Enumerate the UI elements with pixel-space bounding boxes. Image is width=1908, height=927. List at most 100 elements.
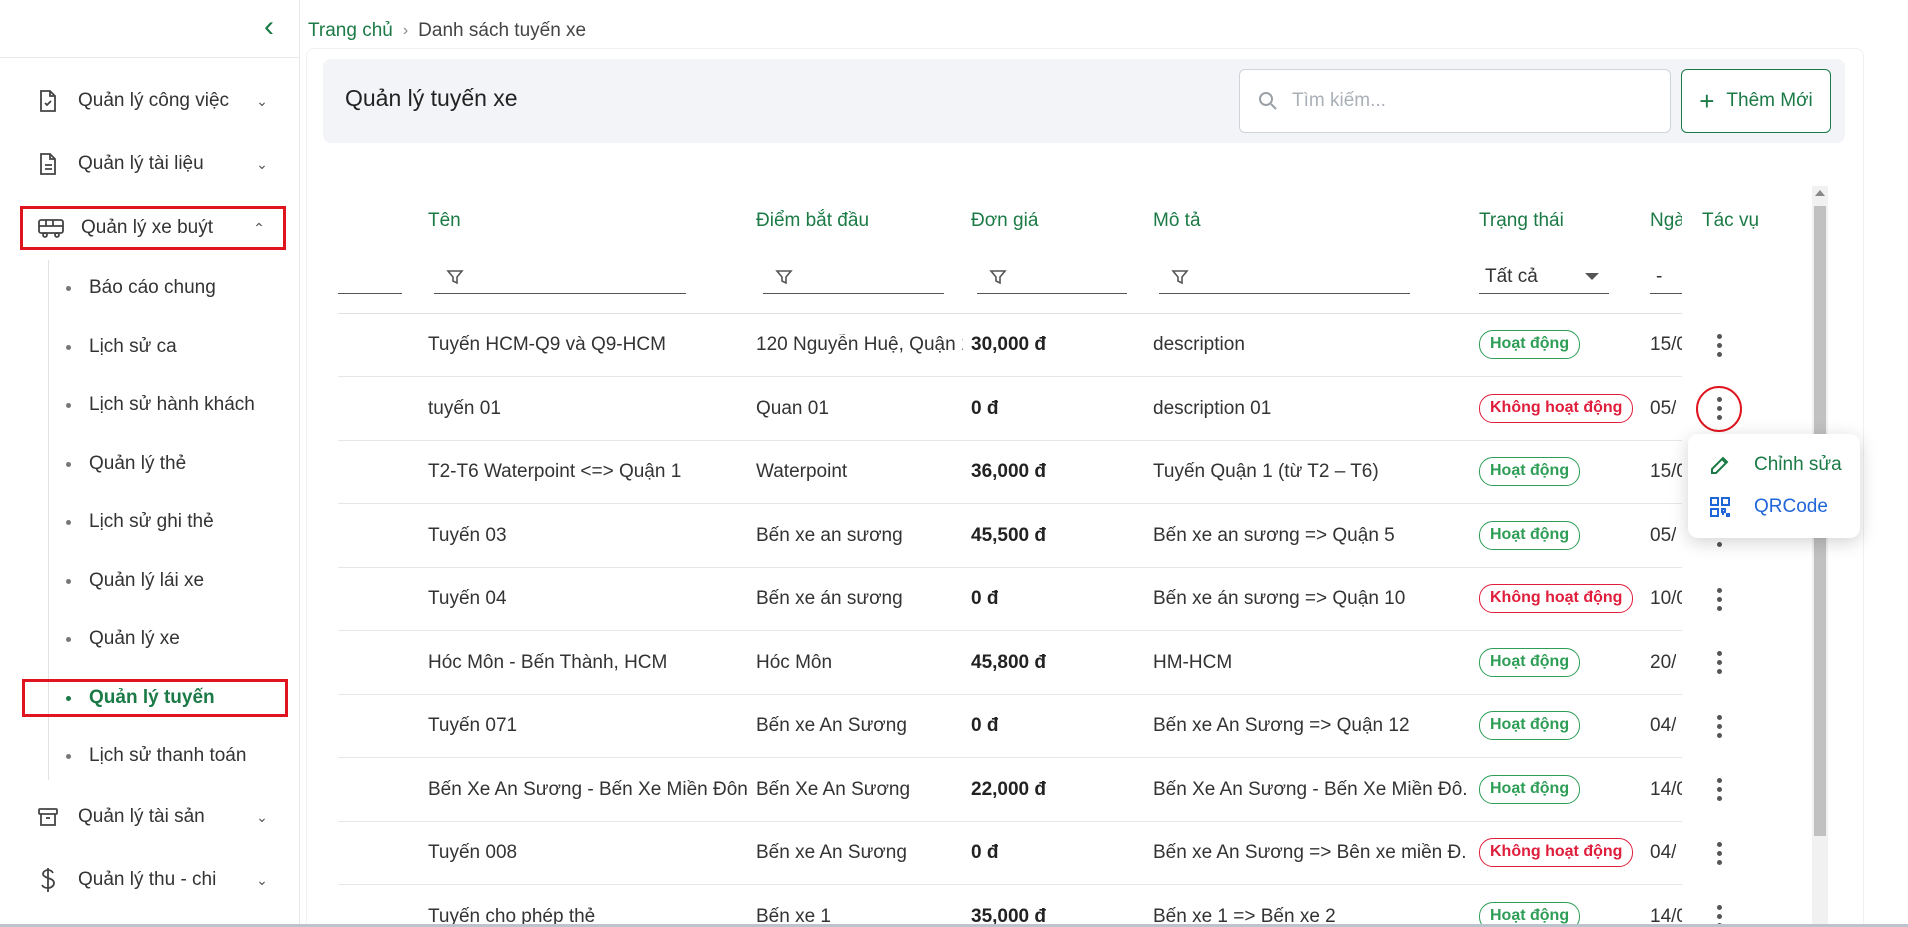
date-filter-value: -	[1656, 265, 1663, 287]
bullet-icon	[66, 402, 71, 408]
cell-name: Tuyến 071	[428, 715, 518, 736]
cell-date: 15/0	[1650, 334, 1682, 355]
kebab-dot	[1716, 587, 1722, 593]
filter-field-name[interactable]	[434, 260, 686, 294]
cell-price: 45,800 đ	[971, 651, 1046, 673]
more-actions-icon[interactable]	[1704, 836, 1734, 870]
more-actions-icon[interactable]	[1696, 385, 1742, 432]
kebab-dot	[1716, 351, 1722, 357]
column-header-price[interactable]: Đơn giá	[971, 210, 1038, 232]
bullet-icon	[66, 285, 71, 291]
sidebar-item-label: Quản lý xe buýt	[81, 217, 214, 238]
sidebar-header: ‹	[0, 0, 299, 58]
bullet-icon	[66, 519, 71, 525]
kebab-dot	[1716, 905, 1722, 910]
filter-field-price[interactable]	[977, 260, 1127, 294]
column-header-actions: Tác vụ	[1702, 210, 1760, 231]
kebab-dot	[1716, 914, 1722, 919]
cell-description: Bến Xe An Sương - Bến Xe Miền Đô...	[1153, 778, 1468, 800]
kebab-dot	[1716, 778, 1722, 783]
filter-icon	[989, 269, 1007, 284]
table-row[interactable]: Bến Xe An Sương - Bến Xe Miền Đông Bến Xe…	[338, 759, 1682, 822]
sidebar-subitem-cards[interactable]: Quản lý thẻ	[66, 444, 186, 484]
more-actions-icon[interactable]	[1704, 582, 1734, 616]
sidebar-item-label: Quản lý tài liệu	[78, 153, 204, 174]
table-row[interactable]: Tuyến 04 Bến xe án sương 0 đ Bến xe án sươn…	[338, 568, 1682, 631]
sidebar-subitem-general-report[interactable]: Báo cáo chung	[66, 268, 216, 308]
breadcrumb-home-link[interactable]: Trang chủ	[308, 20, 393, 42]
status-badge: Không hoạt động	[1479, 584, 1634, 613]
status-badge: Hoạt động	[1479, 711, 1581, 740]
more-actions-icon[interactable]	[1704, 709, 1734, 743]
table-row[interactable]: Hóc Môn - Bến Thành, HCM Hóc Môn 45,800 đ H…	[338, 632, 1682, 695]
sidebar-subitem-payment-history[interactable]: Lịch sử thanh toán	[66, 736, 246, 776]
sidebar-subitem-card-log[interactable]: Lịch sử ghi thẻ	[66, 502, 214, 542]
bullet-icon	[66, 636, 71, 642]
more-actions-icon[interactable]	[1704, 773, 1734, 807]
sidebar-subitem-passenger-history[interactable]: Lịch sử hành khách	[66, 385, 255, 425]
filter-field-checkbox[interactable]	[338, 260, 402, 294]
more-actions-icon[interactable]	[1704, 900, 1734, 927]
cell-start: Bến Xe An Sương	[756, 778, 911, 800]
cell-price: 0 đ	[971, 397, 999, 419]
more-actions-icon[interactable]	[1704, 328, 1734, 362]
bullet-icon	[66, 578, 71, 584]
scroll-up-arrow-icon[interactable]	[1815, 190, 1825, 196]
table-row[interactable]: T2-T6 Waterpoint <=> Quận 1 Waterpoint 36,…	[338, 441, 1682, 504]
table-row[interactable]: Tuyến 008 Bến xe An Sương 0 đ Bến xe An Sươ…	[338, 822, 1682, 885]
sidebar-subitem-drivers[interactable]: Quản lý lái xe	[66, 561, 204, 601]
table-row[interactable]: Tuyến cho phép thẻ Bến xe 1 35,000 đ Bến xe…	[338, 886, 1682, 927]
cell-date: 04/	[1650, 842, 1677, 863]
sidebar-subitem-label: Quản lý tuyến	[89, 687, 215, 708]
column-header-description[interactable]: Mô tả	[1153, 210, 1201, 232]
table-row[interactable]: Tuyến 071 Bến xe An Sương 0 đ Bến xe An Sươ…	[338, 695, 1682, 758]
cell-price: 0 đ	[971, 715, 999, 736]
search-icon	[1259, 92, 1277, 110]
menu-item-edit[interactable]: Chỉnh sửa	[1708, 450, 1842, 480]
chevron-down-icon: ⌄	[256, 808, 268, 825]
column-header-name[interactable]: Tên	[428, 210, 461, 232]
cell-start: Hóc Môn	[756, 651, 833, 673]
sidebar-subitem-routes[interactable]: Quản lý tuyến	[66, 678, 215, 718]
collapse-sidebar-icon[interactable]: ‹	[254, 10, 284, 44]
sidebar-subitem-vehicles[interactable]: Quản lý xe	[66, 619, 180, 659]
sidebar-item-finance[interactable]: Quản lý thu - chi ⌄	[20, 858, 286, 902]
breadcrumb-current: Danh sách tuyến xe	[418, 20, 587, 41]
sidebar-item-work[interactable]: Quản lý công việc ⌄	[20, 79, 286, 123]
table-row[interactable]: Tuyến HCM-Q9 và Q9-HCM 120 Nguyễn Huệ, Qu…	[338, 314, 1682, 377]
cell-start: Quan 01	[756, 397, 829, 419]
sidebar-item-assets[interactable]: Quản lý tài sản ⌄	[20, 795, 286, 839]
search-input[interactable]	[1292, 90, 1652, 112]
sidebar-subitem-label: Quản lý lái xe	[89, 570, 205, 591]
column-header-status[interactable]: Trạng thái	[1479, 210, 1564, 232]
sidebar-subitem-shift-history[interactable]: Lịch sử ca	[66, 327, 177, 367]
cell-price: 0 đ	[971, 842, 999, 863]
add-new-label: Thêm Mới	[1726, 90, 1813, 111]
cell-date: 15/0	[1650, 461, 1682, 482]
date-filter-field[interactable]: -	[1650, 260, 1682, 294]
vertical-scrollbar[interactable]	[1812, 186, 1828, 927]
menu-item-qrcode[interactable]: QRCode	[1708, 492, 1828, 522]
table-row[interactable]: tuyến 01 Quan 01 0 đ description 01 05/Không…	[338, 378, 1682, 441]
column-header-date[interactable]: Ngà	[1650, 210, 1682, 232]
filter-field-description[interactable]	[1159, 260, 1410, 294]
sidebar-item-documents[interactable]: Quản lý tài liệu ⌄	[20, 142, 286, 186]
status-badge: Hoạt động	[1479, 520, 1581, 550]
sidebar-subitem-label: Lịch sử thanh toán	[89, 745, 247, 766]
filter-field-start[interactable]	[763, 260, 944, 294]
column-header-start[interactable]: Điểm bắt đầu	[756, 210, 869, 232]
filter-icon	[1171, 269, 1189, 284]
table-row[interactable]: Tuyến 03 Bến xe an sương 45,500 đ Bến xe an…	[338, 505, 1682, 568]
sidebar-item-bus[interactable]: Quản lý xe buýt ⌃	[20, 206, 286, 250]
add-new-button[interactable]: + Thêm Mới	[1681, 69, 1831, 133]
cell-name: Hóc Môn - Bến Thành, HCM	[428, 651, 668, 673]
more-actions-icon[interactable]	[1704, 646, 1734, 680]
cell-name: Tuyến 03	[428, 524, 507, 546]
status-filter-select[interactable]: Tất cả	[1479, 260, 1609, 294]
kebab-dot	[1716, 605, 1722, 611]
qrcode-icon	[1710, 497, 1730, 517]
cell-description: Bến xe An Sương => Quận 12	[1153, 715, 1410, 736]
kebab-dot	[1716, 723, 1722, 729]
search-box[interactable]	[1239, 69, 1671, 133]
sidebar-item-label: Quản lý thu - chi	[78, 869, 217, 890]
